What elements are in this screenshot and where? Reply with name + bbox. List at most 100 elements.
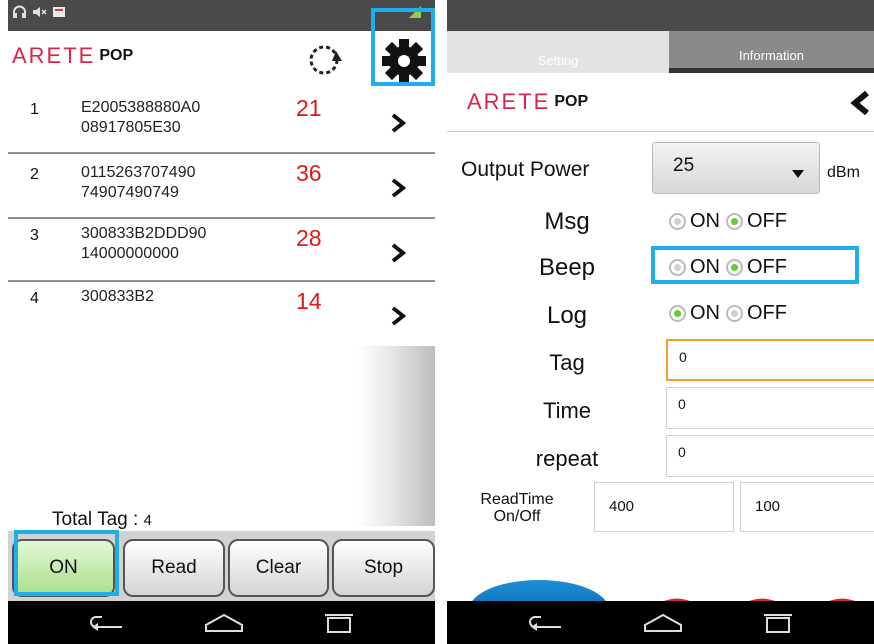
- tag-epc: 300833B2: [81, 287, 154, 307]
- beep-off-label: OFF: [747, 256, 787, 279]
- logo-pop-text: POP: [554, 93, 589, 110]
- output-power-label: Output Power: [461, 158, 590, 181]
- logo-pop-text: POP: [99, 47, 134, 64]
- chevron-right-icon[interactable]: [386, 304, 410, 328]
- tag-index: 1: [30, 101, 39, 118]
- tag-epc: E2005388880A0 08917805E30: [81, 98, 200, 138]
- log-off-label: OFF: [747, 302, 787, 325]
- tab-bar: Setting Information: [447, 31, 874, 73]
- output-power-value: 25: [673, 155, 695, 176]
- logo-arete-text: ARETE: [467, 89, 551, 114]
- chevron-right-icon[interactable]: [386, 111, 410, 135]
- msg-on-label: ON: [690, 210, 720, 233]
- msg-off-radio[interactable]: [726, 213, 743, 231]
- navigation-bar: [8, 601, 435, 644]
- headphones-icon: [12, 5, 27, 23]
- notification-icon: [52, 5, 66, 23]
- brand-logo: ARETE POP: [12, 43, 133, 73]
- tag-epc: 0115263707490 74907490749: [81, 163, 196, 203]
- log-off-radio[interactable]: [726, 305, 743, 323]
- tab-information[interactable]: Information: [669, 31, 874, 73]
- tag-list-screen: ARETE POP 1 E2005388880A0 08917805E30 21…: [8, 0, 435, 644]
- time-input[interactable]: 0: [666, 387, 874, 429]
- msg-off-label: OFF: [747, 210, 787, 233]
- time-label: Time: [542, 398, 592, 423]
- brand-logo: ARETE POP: [467, 89, 588, 115]
- signal-icon: [408, 5, 422, 23]
- tag-index: 2: [30, 166, 39, 183]
- sync-icon[interactable]: [305, 40, 345, 80]
- read-button[interactable]: Read: [123, 539, 225, 597]
- tag-read-count: 36: [296, 160, 322, 186]
- recents-icon[interactable]: [320, 611, 356, 639]
- tag-row[interactable]: 4 300833B2 14: [8, 282, 435, 348]
- chevron-right-icon[interactable]: [386, 241, 410, 265]
- tag-epc-line2: 74907490749: [81, 184, 179, 201]
- action-button-bar: ON Read Clear Stop: [8, 531, 435, 601]
- output-power-unit: dBm: [827, 164, 860, 181]
- tag-epc-line1: 300833B2DDD90: [81, 225, 207, 242]
- stop-button[interactable]: Stop: [332, 539, 435, 597]
- tag-row[interactable]: 1 E2005388880A0 08917805E30 21: [8, 89, 435, 154]
- logo-arete-text: ARETE: [12, 43, 96, 68]
- navigation-bar: [447, 601, 874, 644]
- tag-read-count: 21: [296, 95, 322, 121]
- tab-setting[interactable]: Setting: [447, 31, 669, 73]
- output-power-select[interactable]: 25: [652, 142, 820, 194]
- status-bar: [447, 0, 874, 31]
- chevron-right-icon[interactable]: [386, 176, 410, 200]
- tag-epc-line2: 14000000000: [81, 245, 179, 262]
- app-header: ARETE POP: [8, 31, 435, 90]
- total-tag-text: Total Tag :: [52, 509, 139, 530]
- beep-radio-group: ON OFF: [669, 256, 793, 286]
- readtime-label-line2: On/Off: [493, 508, 541, 525]
- beep-on-radio[interactable]: [669, 259, 686, 277]
- back-icon[interactable]: [88, 611, 128, 639]
- total-tag-label: Total Tag : 4: [52, 509, 152, 531]
- beep-label: Beep: [538, 254, 596, 281]
- msg-label: Msg: [544, 208, 590, 235]
- tag-read-count: 14: [296, 288, 322, 314]
- tag-epc-line1: 0115263707490: [81, 164, 196, 181]
- tag-read-count: 28: [296, 225, 322, 251]
- log-on-radio[interactable]: [669, 305, 686, 323]
- tag-row[interactable]: 2 0115263707490 74907490749 36: [8, 154, 435, 219]
- tag-index: 3: [30, 227, 39, 244]
- tag-epc-line1: E2005388880A0: [81, 99, 201, 116]
- repeat-label: repeat: [535, 446, 599, 471]
- dropdown-arrow-icon: [792, 163, 804, 182]
- tag-epc: 300833B2DDD90 14000000000: [81, 224, 206, 264]
- muted-speaker-icon: [32, 5, 47, 23]
- chevron-left-icon[interactable]: [847, 89, 873, 121]
- tag-row[interactable]: 3 300833B2DDD90 14000000000 28: [8, 219, 435, 282]
- on-button[interactable]: ON: [12, 539, 115, 597]
- settings-screen: Setting Information ARETE POP Output Powe…: [447, 0, 874, 644]
- status-bar: [8, 0, 435, 31]
- log-on-label: ON: [690, 302, 720, 325]
- log-label: Log: [546, 302, 588, 329]
- tag-index: 4: [30, 290, 39, 307]
- msg-radio-group: ON OFF: [669, 210, 793, 240]
- readtime-off-input[interactable]: 100: [740, 482, 874, 532]
- msg-on-radio[interactable]: [669, 213, 686, 231]
- back-icon[interactable]: [527, 611, 567, 639]
- gear-icon[interactable]: [380, 37, 428, 85]
- clear-button[interactable]: Clear: [228, 539, 329, 597]
- beep-off-radio[interactable]: [726, 259, 743, 277]
- tag-epc-line1: 300833B2: [81, 288, 154, 305]
- home-icon[interactable]: [202, 611, 246, 639]
- readtime-label: ReadTime On/Off: [467, 491, 567, 525]
- total-tag-count: 4: [143, 512, 152, 529]
- tag-label: Tag: [549, 350, 585, 375]
- beep-on-label: ON: [690, 256, 720, 279]
- repeat-input[interactable]: 0: [666, 435, 874, 477]
- readtime-label-line1: ReadTime: [480, 491, 554, 508]
- list-empty-area: [8, 346, 435, 526]
- readtime-on-input[interactable]: 400: [594, 482, 734, 532]
- tag-input[interactable]: 0: [666, 339, 874, 381]
- recents-icon[interactable]: [759, 611, 795, 639]
- log-radio-group: ON OFF: [669, 302, 793, 332]
- tag-epc-line2: 08917805E30: [81, 119, 181, 136]
- settings-header: ARETE POP: [447, 73, 874, 132]
- home-icon[interactable]: [641, 611, 685, 639]
